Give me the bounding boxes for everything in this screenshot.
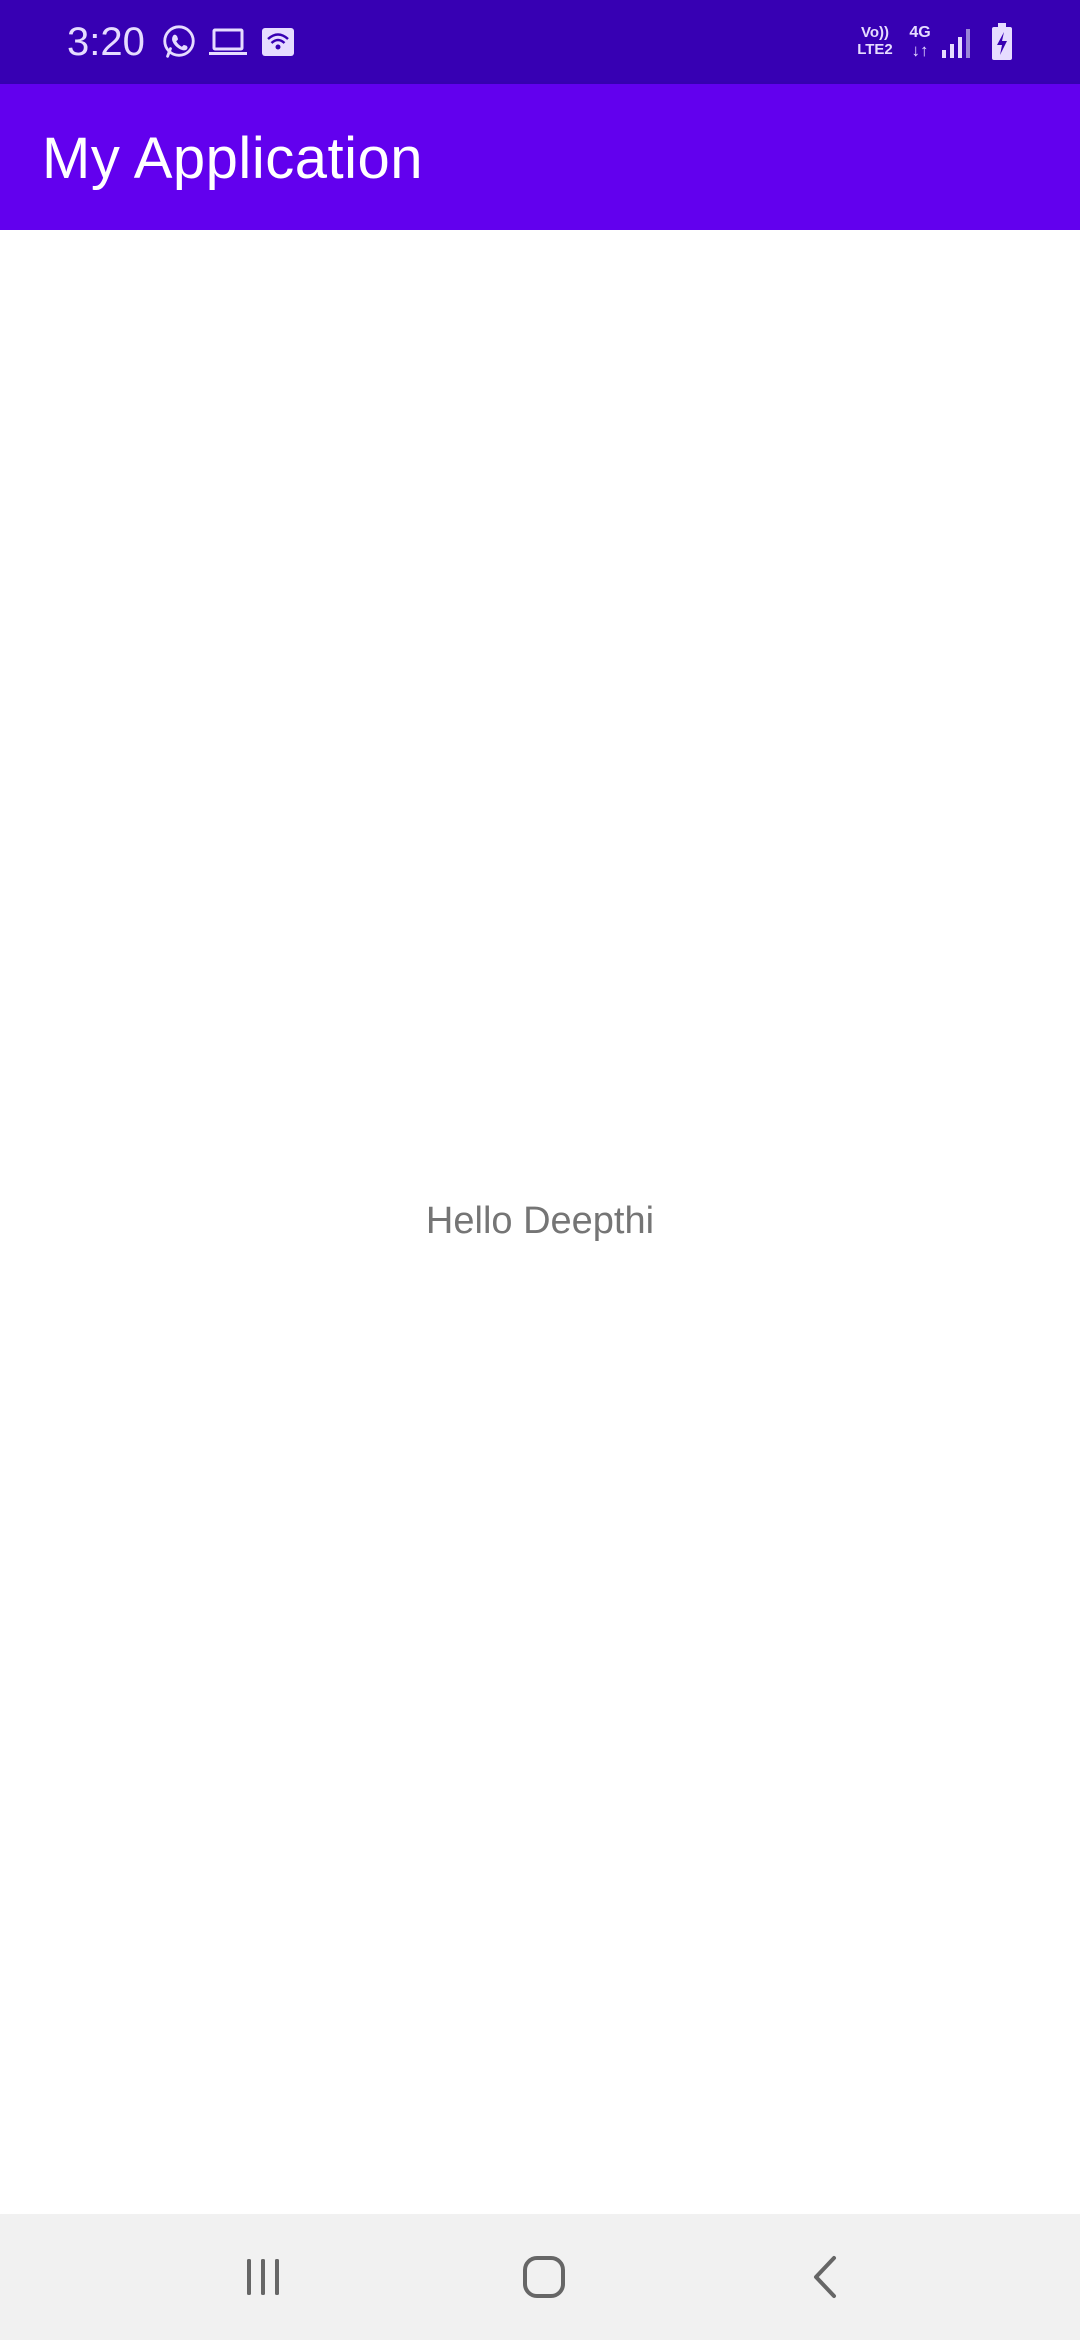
whatsapp-icon [163, 25, 195, 58]
laptop-icon [209, 28, 247, 55]
signal-icon [942, 29, 970, 58]
main-content: Hello Deepthi [0, 230, 1080, 2214]
home-icon [523, 2256, 565, 2298]
home-button[interactable] [504, 2242, 584, 2312]
recents-icon [247, 2259, 279, 2295]
battery-charging-icon [992, 23, 1012, 60]
greeting-text: Hello Deepthi [425, 1200, 655, 1242]
screen: 3:20 Vo)) LTE2 4G ↓↑ My Application Hell… [0, 0, 1080, 2340]
volte-indicator: Vo)) LTE2 [852, 24, 898, 58]
status-time: 3:20 [67, 20, 145, 64]
network-type-label: 4G [909, 24, 931, 41]
back-button[interactable] [786, 2242, 866, 2312]
app-bar: My Application [0, 84, 1080, 230]
volte-line-2: LTE2 [857, 41, 893, 58]
navigation-bar [0, 2214, 1080, 2340]
back-icon [814, 2256, 836, 2298]
data-arrows-icon: ↓↑ [911, 41, 929, 60]
network-type-indicator: 4G ↓↑ [902, 24, 938, 60]
volte-line-1: Vo)) [860, 24, 890, 41]
status-bar: 3:20 Vo)) LTE2 4G ↓↑ [0, 0, 1080, 84]
app-title: My Application [42, 126, 423, 191]
wifi-hotspot-icon [262, 28, 294, 56]
recents-button[interactable] [223, 2242, 303, 2312]
